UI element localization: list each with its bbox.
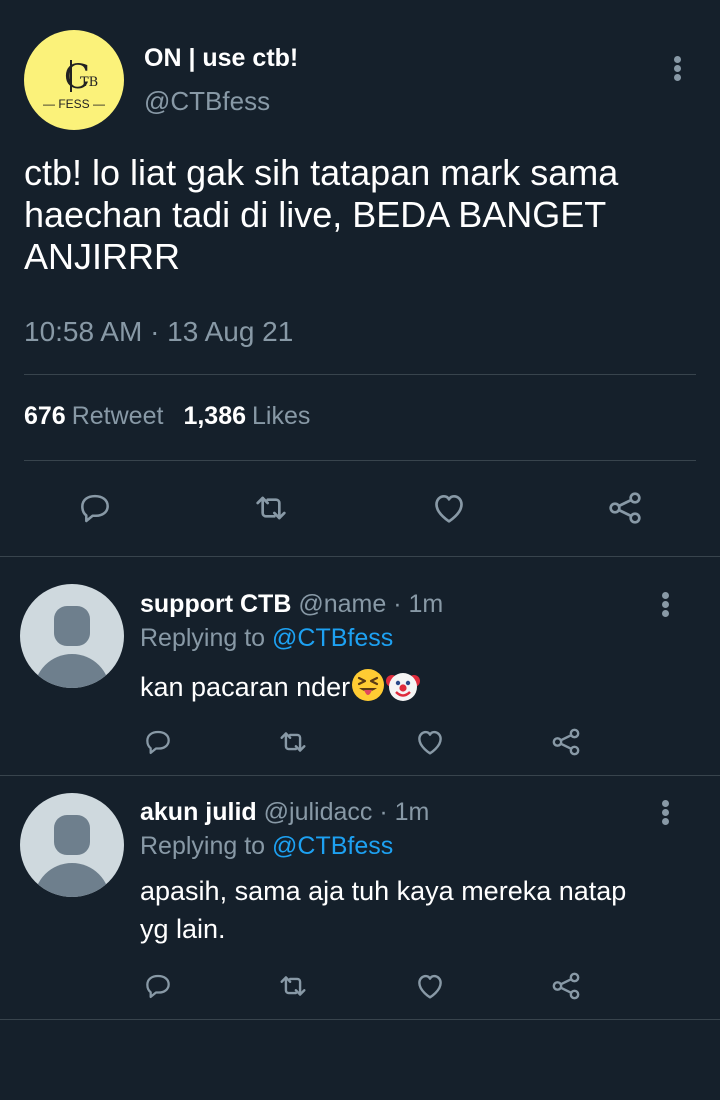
- retweet-label[interactable]: Retweet: [72, 402, 164, 430]
- divider: [0, 1019, 720, 1020]
- ctbfess-logo: C TB — FESS —: [43, 57, 105, 111]
- reply-author-name[interactable]: support CTB: [140, 590, 291, 618]
- clown-emoji: [386, 673, 421, 701]
- reply-icon[interactable]: [140, 724, 176, 760]
- reply-author-handle[interactable]: @julidacc: [264, 798, 373, 826]
- share-icon[interactable]: [548, 724, 584, 760]
- more-options-icon[interactable]: [656, 796, 676, 828]
- replying-to: Replying to @CTBfess: [140, 624, 393, 653]
- divider: [24, 460, 696, 461]
- author-handle[interactable]: @CTBfess: [144, 86, 270, 117]
- replying-to-link[interactable]: @CTBfess: [272, 832, 393, 860]
- retweet-count[interactable]: 676: [24, 402, 66, 430]
- share-icon[interactable]: [548, 968, 584, 1004]
- reply-author-handle[interactable]: @name: [298, 590, 386, 618]
- more-options-icon[interactable]: [668, 52, 688, 84]
- svg-text:TB: TB: [80, 75, 98, 90]
- squinting-tongue-emoji: [352, 669, 385, 701]
- reply-text: kan pacaran nder: [140, 668, 660, 706]
- reply-icon[interactable]: [70, 486, 120, 530]
- reply-text: apasih, sama aja tuh kaya mereka natap y…: [140, 876, 627, 944]
- divider: [0, 556, 720, 557]
- author-avatar[interactable]: C TB — FESS —: [24, 30, 124, 130]
- tweet-stats: 676 Retweet 1,386 Likes: [24, 402, 310, 431]
- replying-to-label: Replying to: [140, 832, 266, 860]
- svg-text:— FESS —: — FESS —: [43, 97, 105, 111]
- more-options-icon[interactable]: [656, 588, 676, 620]
- avatar[interactable]: [20, 584, 124, 688]
- reply-header: akun julid @julidacc · 1m: [140, 798, 429, 827]
- reply-author-name[interactable]: akun julid: [140, 798, 257, 826]
- likes-label[interactable]: Likes: [252, 402, 310, 430]
- divider: [24, 374, 696, 375]
- replying-to-link[interactable]: @CTBfess: [272, 624, 393, 652]
- replying-to-label: Replying to: [140, 624, 266, 652]
- reply-time[interactable]: · 1m: [379, 798, 429, 826]
- divider: [0, 775, 720, 776]
- share-icon[interactable]: [600, 486, 650, 530]
- like-icon[interactable]: [412, 724, 448, 760]
- reply-icon[interactable]: [140, 968, 176, 1004]
- retweet-icon[interactable]: [246, 486, 296, 530]
- reply-time[interactable]: · 1m: [393, 590, 443, 618]
- tweet-text: ctb! lo liat gak sih tatapan mark sama h…: [24, 152, 619, 277]
- like-icon[interactable]: [424, 486, 474, 530]
- retweet-icon[interactable]: [275, 724, 311, 760]
- retweet-icon[interactable]: [275, 968, 311, 1004]
- author-name[interactable]: ON | use ctb!: [144, 44, 298, 73]
- avatar[interactable]: [20, 793, 124, 897]
- replying-to: Replying to @CTBfess: [140, 832, 393, 861]
- reply-text-content: kan pacaran nder: [140, 672, 351, 702]
- reply-header: support CTB @name · 1m: [140, 590, 443, 619]
- like-icon[interactable]: [412, 968, 448, 1004]
- likes-count[interactable]: 1,386: [183, 402, 246, 430]
- tweet-timestamp[interactable]: 10:58 AM · 13 Aug 21: [24, 316, 293, 348]
